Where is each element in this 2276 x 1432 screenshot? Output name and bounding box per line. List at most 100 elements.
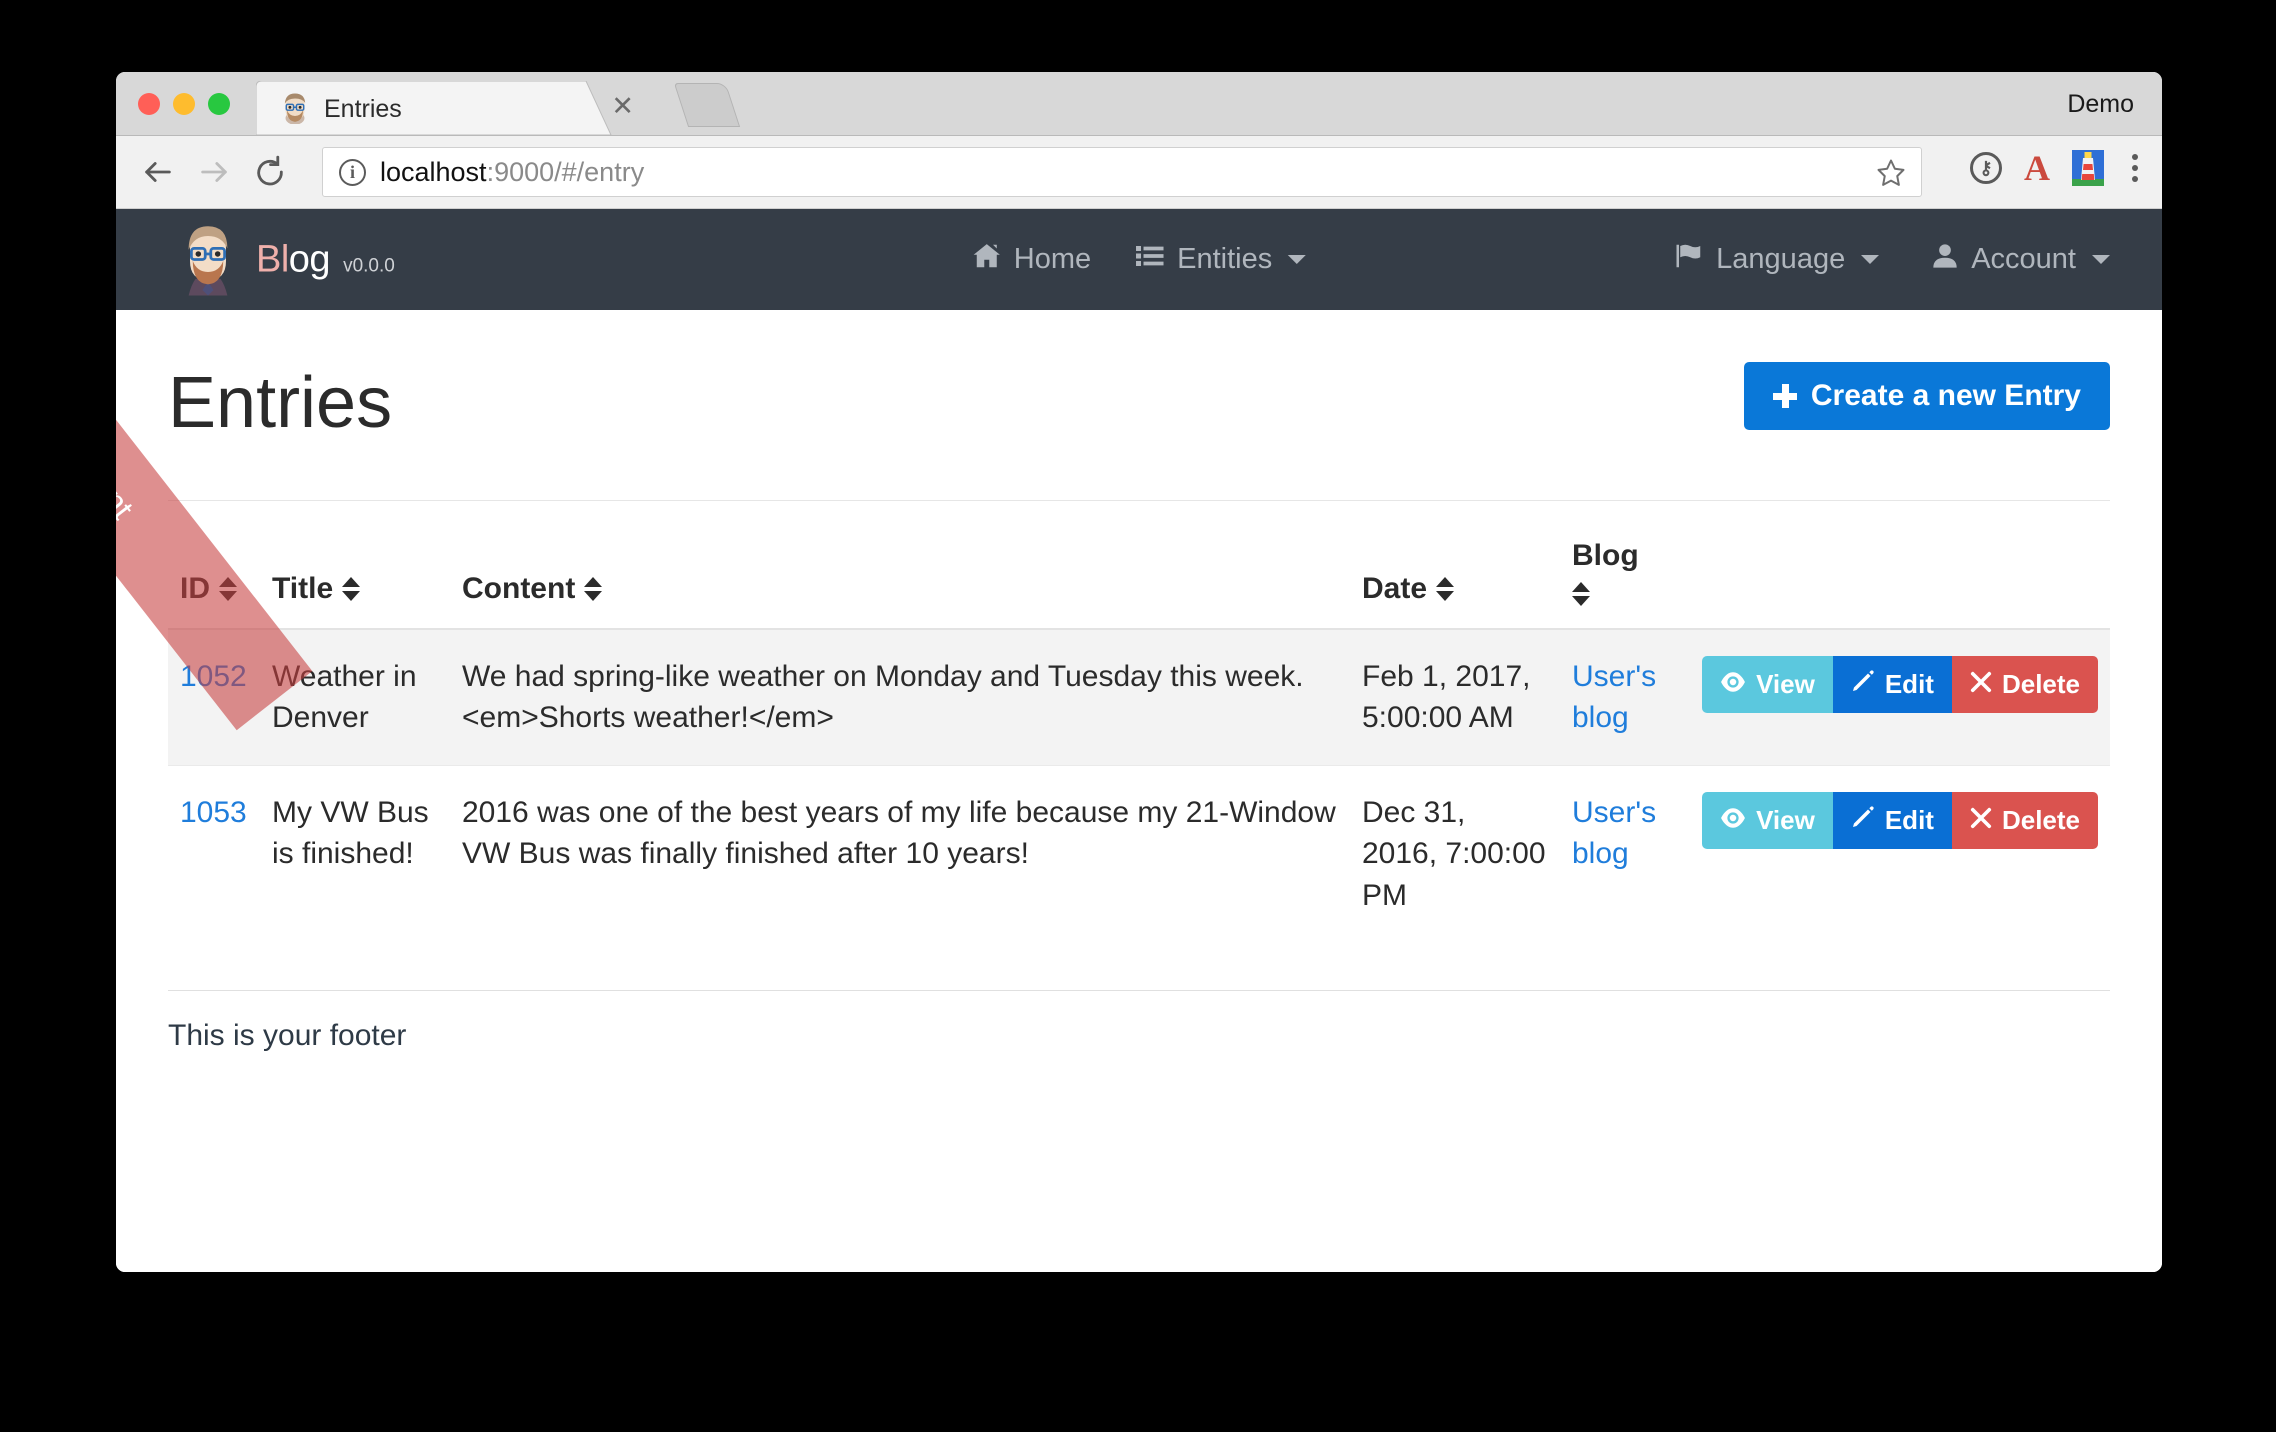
- column-header-title[interactable]: Title: [260, 501, 450, 630]
- create-new-entry-button[interactable]: Create a new Entry: [1743, 362, 2110, 430]
- home-icon: [972, 241, 1002, 279]
- list-icon: [1135, 241, 1165, 279]
- delete-button[interactable]: Delete: [1951, 656, 2098, 713]
- column-header-content[interactable]: Content: [450, 501, 1350, 630]
- row-action-group: View Edit Delete: [1702, 656, 2098, 713]
- hipster-avatar-logo: [188, 226, 228, 296]
- navbar-center-menu: Home Entities: [972, 241, 1307, 279]
- reload-icon[interactable]: [246, 148, 294, 196]
- table-row: 1052 Weather in Denver We had spring-lik…: [168, 628, 2110, 766]
- eye-icon: [1720, 669, 1746, 700]
- sort-icon[interactable]: [1436, 577, 1455, 601]
- entries-table-body: 1052 Weather in Denver We had spring-lik…: [168, 628, 2110, 942]
- navbar-right-menu: Language Account: [1674, 241, 2110, 279]
- table-row: 1053 My VW Bus is finished! 2016 was one…: [168, 764, 2110, 942]
- brand-name-highlight: Bl: [256, 238, 289, 280]
- cell-content: We had spring-like weather on Monday and…: [450, 628, 1350, 766]
- nav-item-entities-label: Entities: [1177, 243, 1273, 275]
- browser-tab[interactable]: Entries ✕: [256, 81, 656, 135]
- view-button[interactable]: View: [1702, 791, 1833, 849]
- address-bar[interactable]: i localhost:9000/#/entry: [322, 147, 1922, 197]
- cell-blog: User's blog: [1560, 628, 1690, 766]
- window-controls: [138, 93, 230, 115]
- forward-arrow-icon[interactable]: [190, 148, 238, 196]
- x-icon: [1970, 805, 1992, 836]
- page-viewport: Development Blog v0.0.0 Home Entities La…: [116, 209, 2162, 1272]
- edit-button[interactable]: Edit: [1832, 791, 1952, 849]
- browser-toolbar: i localhost:9000/#/entry ⚷ A: [116, 136, 2162, 209]
- cell-date: Feb 1, 2017, 5:00:00 AM: [1350, 628, 1560, 766]
- browser-titlebar: Entries ✕ Demo: [116, 72, 2162, 136]
- column-header-id-label: ID: [180, 572, 210, 605]
- blog-link[interactable]: User's blog: [1572, 660, 1656, 734]
- onepassword-icon[interactable]: ⚷: [1970, 152, 2002, 184]
- eye-icon: [1720, 805, 1746, 836]
- minimize-window-button[interactable]: [173, 93, 195, 115]
- cell-actions: View Edit Delete: [1690, 628, 2110, 766]
- footer-text: This is your footer: [168, 1018, 407, 1052]
- url-text: localhost:9000/#/entry: [380, 157, 644, 188]
- entries-table-head: ID Title Content Date Blog: [168, 501, 2110, 630]
- pencil-icon: [1851, 805, 1875, 836]
- cell-blog: User's blog: [1560, 764, 1690, 942]
- delete-button[interactable]: Delete: [1951, 791, 2098, 849]
- url-host: localhost: [380, 156, 487, 187]
- column-header-id[interactable]: ID: [168, 501, 260, 630]
- edit-button-label: Edit: [1884, 669, 1934, 699]
- sort-icon[interactable]: [584, 577, 603, 601]
- table-header-row: ID Title Content Date Blog: [168, 501, 2110, 630]
- column-header-blog[interactable]: Blog: [1560, 501, 1690, 630]
- nav-item-account-label: Account: [1971, 243, 2076, 275]
- x-icon: [1970, 669, 1992, 700]
- column-header-date[interactable]: Date: [1350, 501, 1560, 630]
- delete-button-label: Delete: [2001, 804, 2080, 835]
- column-header-content-label: Content: [462, 572, 576, 605]
- nav-item-language[interactable]: Language: [1674, 241, 1880, 279]
- cell-actions: View Edit Delete: [1690, 764, 2110, 942]
- sort-icon[interactable]: [219, 577, 237, 601]
- nav-item-entities[interactable]: Entities: [1135, 241, 1307, 279]
- new-tab-button[interactable]: [673, 83, 741, 127]
- edit-button[interactable]: Edit: [1832, 656, 1952, 713]
- browser-window: Entries ✕ Demo i localhost:9000/#/entry: [116, 72, 2162, 1272]
- column-header-title-label: Title: [272, 572, 334, 605]
- entry-id-link[interactable]: 1053: [180, 796, 247, 829]
- column-header-actions: [1690, 501, 2110, 630]
- nav-item-account[interactable]: Account: [1931, 241, 2110, 279]
- brand-name: Blog: [256, 238, 331, 281]
- cell-id: 1053: [168, 764, 260, 942]
- sort-icon[interactable]: [342, 577, 361, 601]
- view-button-label: View: [1756, 669, 1815, 699]
- flag-icon: [1674, 241, 1704, 279]
- cell-title: My VW Bus is finished!: [260, 764, 450, 942]
- tab-close-icon[interactable]: ✕: [611, 93, 634, 120]
- nav-item-home-label: Home: [1013, 243, 1092, 275]
- chrome-menu-icon[interactable]: [2126, 154, 2144, 182]
- column-header-date-label: Date: [1362, 572, 1428, 605]
- blog-link[interactable]: User's blog: [1572, 796, 1656, 870]
- app-navbar: Blog v0.0.0 Home Entities Language Accou…: [116, 209, 2162, 310]
- view-button[interactable]: View: [1702, 656, 1833, 713]
- entry-id-link[interactable]: 1052: [180, 660, 247, 693]
- cell-title: Weather in Denver: [260, 628, 450, 766]
- page-footer: This is your footer: [168, 989, 2110, 1053]
- pencil-icon: [1851, 669, 1875, 700]
- profile-label[interactable]: Demo: [2067, 90, 2134, 119]
- entries-table: ID Title Content Date Blog 1052 Weather …: [168, 501, 2110, 942]
- column-header-blog-label: Blog: [1572, 539, 1639, 572]
- lighthouse-icon[interactable]: [2072, 150, 2104, 186]
- adblock-a-icon[interactable]: A: [2024, 150, 2050, 186]
- site-info-icon[interactable]: i: [339, 158, 366, 186]
- star-icon[interactable]: [1876, 158, 1906, 196]
- page-title: Entries: [168, 363, 393, 443]
- sort-icon[interactable]: [1572, 582, 1590, 606]
- nav-item-home[interactable]: Home: [972, 241, 1091, 279]
- cell-date: Dec 31, 2016, 7:00:00 PM: [1350, 764, 1560, 942]
- close-window-button[interactable]: [138, 93, 160, 115]
- back-arrow-icon[interactable]: [134, 148, 182, 196]
- extension-icons: ⚷ A: [1970, 150, 2144, 186]
- page-container: Entries Create a new Entry ID Title Cont…: [116, 310, 2162, 1053]
- navbar-brand[interactable]: Blog v0.0.0: [180, 226, 395, 296]
- plus-icon: [1772, 384, 1797, 408]
- maximize-window-button[interactable]: [208, 93, 230, 115]
